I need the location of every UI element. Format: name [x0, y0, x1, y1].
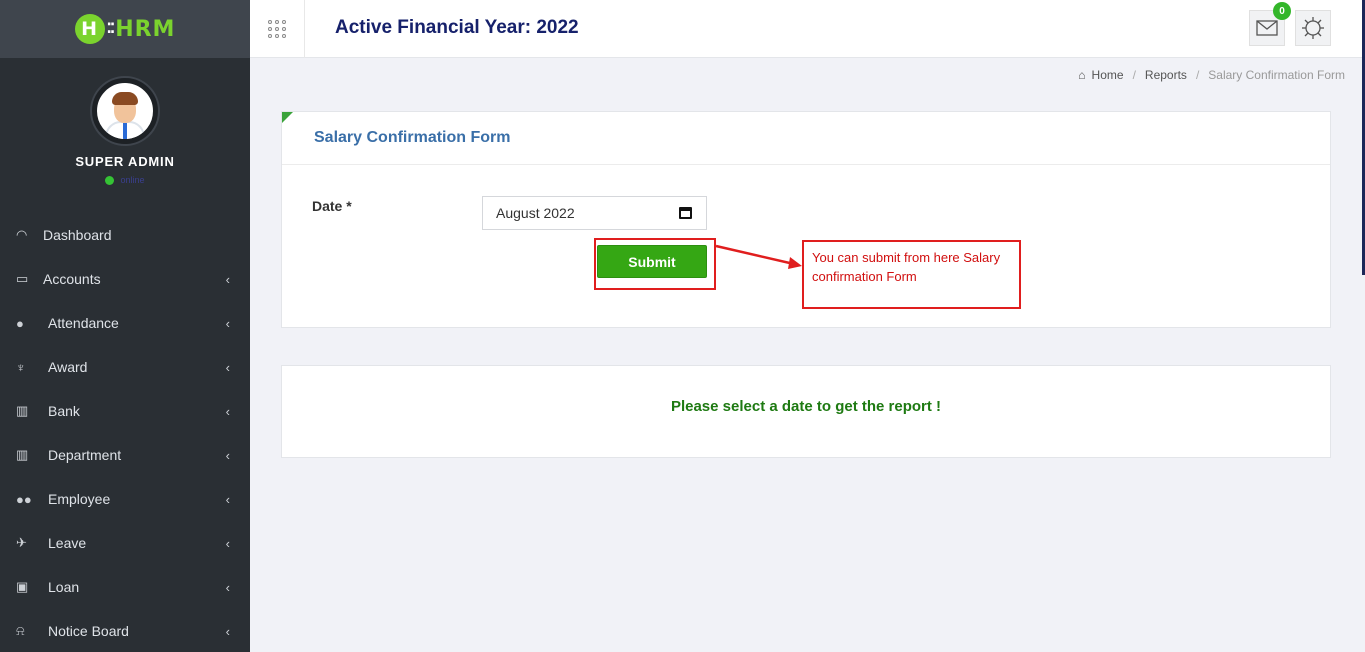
chevron-left-icon: ‹	[225, 623, 230, 639]
sidebar-item-label: Leave	[48, 535, 87, 551]
top-bar: Active Financial Year: 2022	[250, 0, 1365, 275]
bank-icon: ▥	[16, 447, 29, 462]
report-message: Please select a date to get the report !	[670, 397, 942, 415]
report-card: Please select a date to get the report !	[281, 365, 1331, 458]
sidebar-item-label: Accounts	[43, 271, 101, 287]
mail-icon	[1256, 20, 1278, 36]
annotation-note: You can submit from here Salary confirma…	[802, 240, 1021, 309]
logo-bar: H ⁚⁚ HRM	[0, 0, 250, 58]
online-dot-icon	[105, 175, 115, 185]
page-title: Active Financial Year: 2022	[335, 17, 579, 38]
breadcrumb-separator: /	[1195, 68, 1200, 82]
sidebar-item-loan[interactable]: ▣ Loan ‹	[0, 565, 250, 609]
gear-icon	[1302, 17, 1324, 39]
sidebar-item-attendance[interactable]: ● Attendance ‹	[0, 301, 250, 345]
sidebar-item-label: Attendance	[48, 315, 119, 331]
home-icon: ⌂	[1078, 68, 1086, 82]
money-icon: ▣	[16, 579, 29, 594]
sidebar: H ⁚⁚ HRM SUPER ADMIN online ◠ Dashboard …	[0, 0, 250, 652]
avatar-hair	[112, 92, 138, 105]
apps-grid-button[interactable]	[250, 0, 305, 58]
submit-button[interactable]: Submit	[597, 245, 707, 278]
sidebar-item-dashboard[interactable]: ◠ Dashboard	[0, 213, 250, 257]
user-profile: SUPER ADMIN online	[0, 58, 250, 185]
chevron-left-icon: ‹	[225, 535, 230, 551]
sidebar-item-label: Dashboard	[43, 227, 112, 243]
mail-count-badge: 0	[1273, 2, 1291, 20]
breadcrumb-separator: /	[1132, 68, 1136, 82]
breadcrumb: ⌂ Home / Reports / Salary Confirmation F…	[1078, 68, 1345, 82]
chevron-left-icon: ‹	[225, 315, 230, 331]
trophy-icon: ♆	[16, 359, 26, 375]
sidebar-item-accounts[interactable]: ▭ Accounts ‹	[0, 257, 250, 301]
avatar[interactable]	[92, 78, 158, 144]
sidebar-item-label: Department	[48, 447, 122, 463]
sidebar-item-award[interactable]: ♆ Award ‹	[0, 345, 250, 389]
breadcrumb-reports[interactable]: Reports	[1145, 68, 1187, 82]
sidebar-item-employee[interactable]: ●● Employee ‹	[0, 477, 250, 521]
sidebar-item-label: Loan	[48, 579, 80, 595]
sidebar-item-department[interactable]: ▥ Department ‹	[0, 433, 250, 477]
hrm-logo[interactable]: H ⁚⁚ HRM	[74, 14, 176, 44]
sidebar-item-notice-board[interactable]: ⍾ Notice Board ‹	[0, 609, 250, 652]
logo-dots: ⁚⁚	[106, 21, 116, 37]
salary-form-card: Salary Confirmation Form Date * August 2…	[281, 111, 1331, 328]
breadcrumb-home[interactable]: Home	[1092, 68, 1124, 82]
user-icon: ●	[16, 315, 24, 331]
date-input[interactable]: August 2022	[482, 196, 707, 230]
sidebar-item-bank[interactable]: ▥ Bank ‹	[0, 389, 250, 433]
sidebar-item-label: Award	[48, 359, 88, 375]
logo-text: HRM	[115, 16, 176, 42]
date-label: Date *	[312, 198, 352, 214]
avatar-tie	[123, 123, 127, 139]
briefcase-icon: ▭	[16, 271, 29, 286]
annotation-arrow-icon	[715, 244, 802, 269]
grid-icon	[268, 20, 286, 38]
card-corner-accent	[282, 112, 293, 123]
sidebar-item-leave[interactable]: ✈ Leave ‹	[0, 521, 250, 565]
users-icon: ●●	[16, 491, 32, 507]
chevron-left-icon: ‹	[225, 579, 230, 595]
date-value: August 2022	[496, 205, 575, 221]
sidebar-item-label: Notice Board	[48, 623, 129, 639]
sidebar-item-label: Employee	[48, 491, 111, 507]
plane-icon: ✈	[16, 535, 27, 550]
chevron-left-icon: ‹	[225, 359, 230, 375]
sidebar-item-label: Bank	[48, 403, 80, 419]
breadcrumb-current: Salary Confirmation Form	[1208, 68, 1345, 82]
bell-icon: ⍾	[16, 623, 25, 638]
chevron-left-icon: ‹	[225, 403, 230, 419]
chevron-left-icon: ‹	[225, 491, 230, 507]
form-title: Salary Confirmation Form	[282, 112, 1330, 165]
logo-h-mark: H	[74, 14, 105, 44]
bank-icon: ▥	[16, 403, 29, 418]
sidebar-menu: ◠ Dashboard ▭ Accounts ‹ ● Attendance ‹ …	[0, 213, 250, 652]
user-status-text: online	[120, 175, 145, 185]
user-name: SUPER ADMIN	[75, 154, 175, 169]
dashboard-icon: ◠	[16, 227, 28, 242]
calendar-icon[interactable]	[679, 207, 692, 219]
chevron-left-icon: ‹	[225, 447, 230, 463]
chevron-left-icon: ‹	[225, 271, 230, 287]
settings-button[interactable]	[1295, 10, 1331, 46]
user-status: online	[0, 175, 250, 185]
